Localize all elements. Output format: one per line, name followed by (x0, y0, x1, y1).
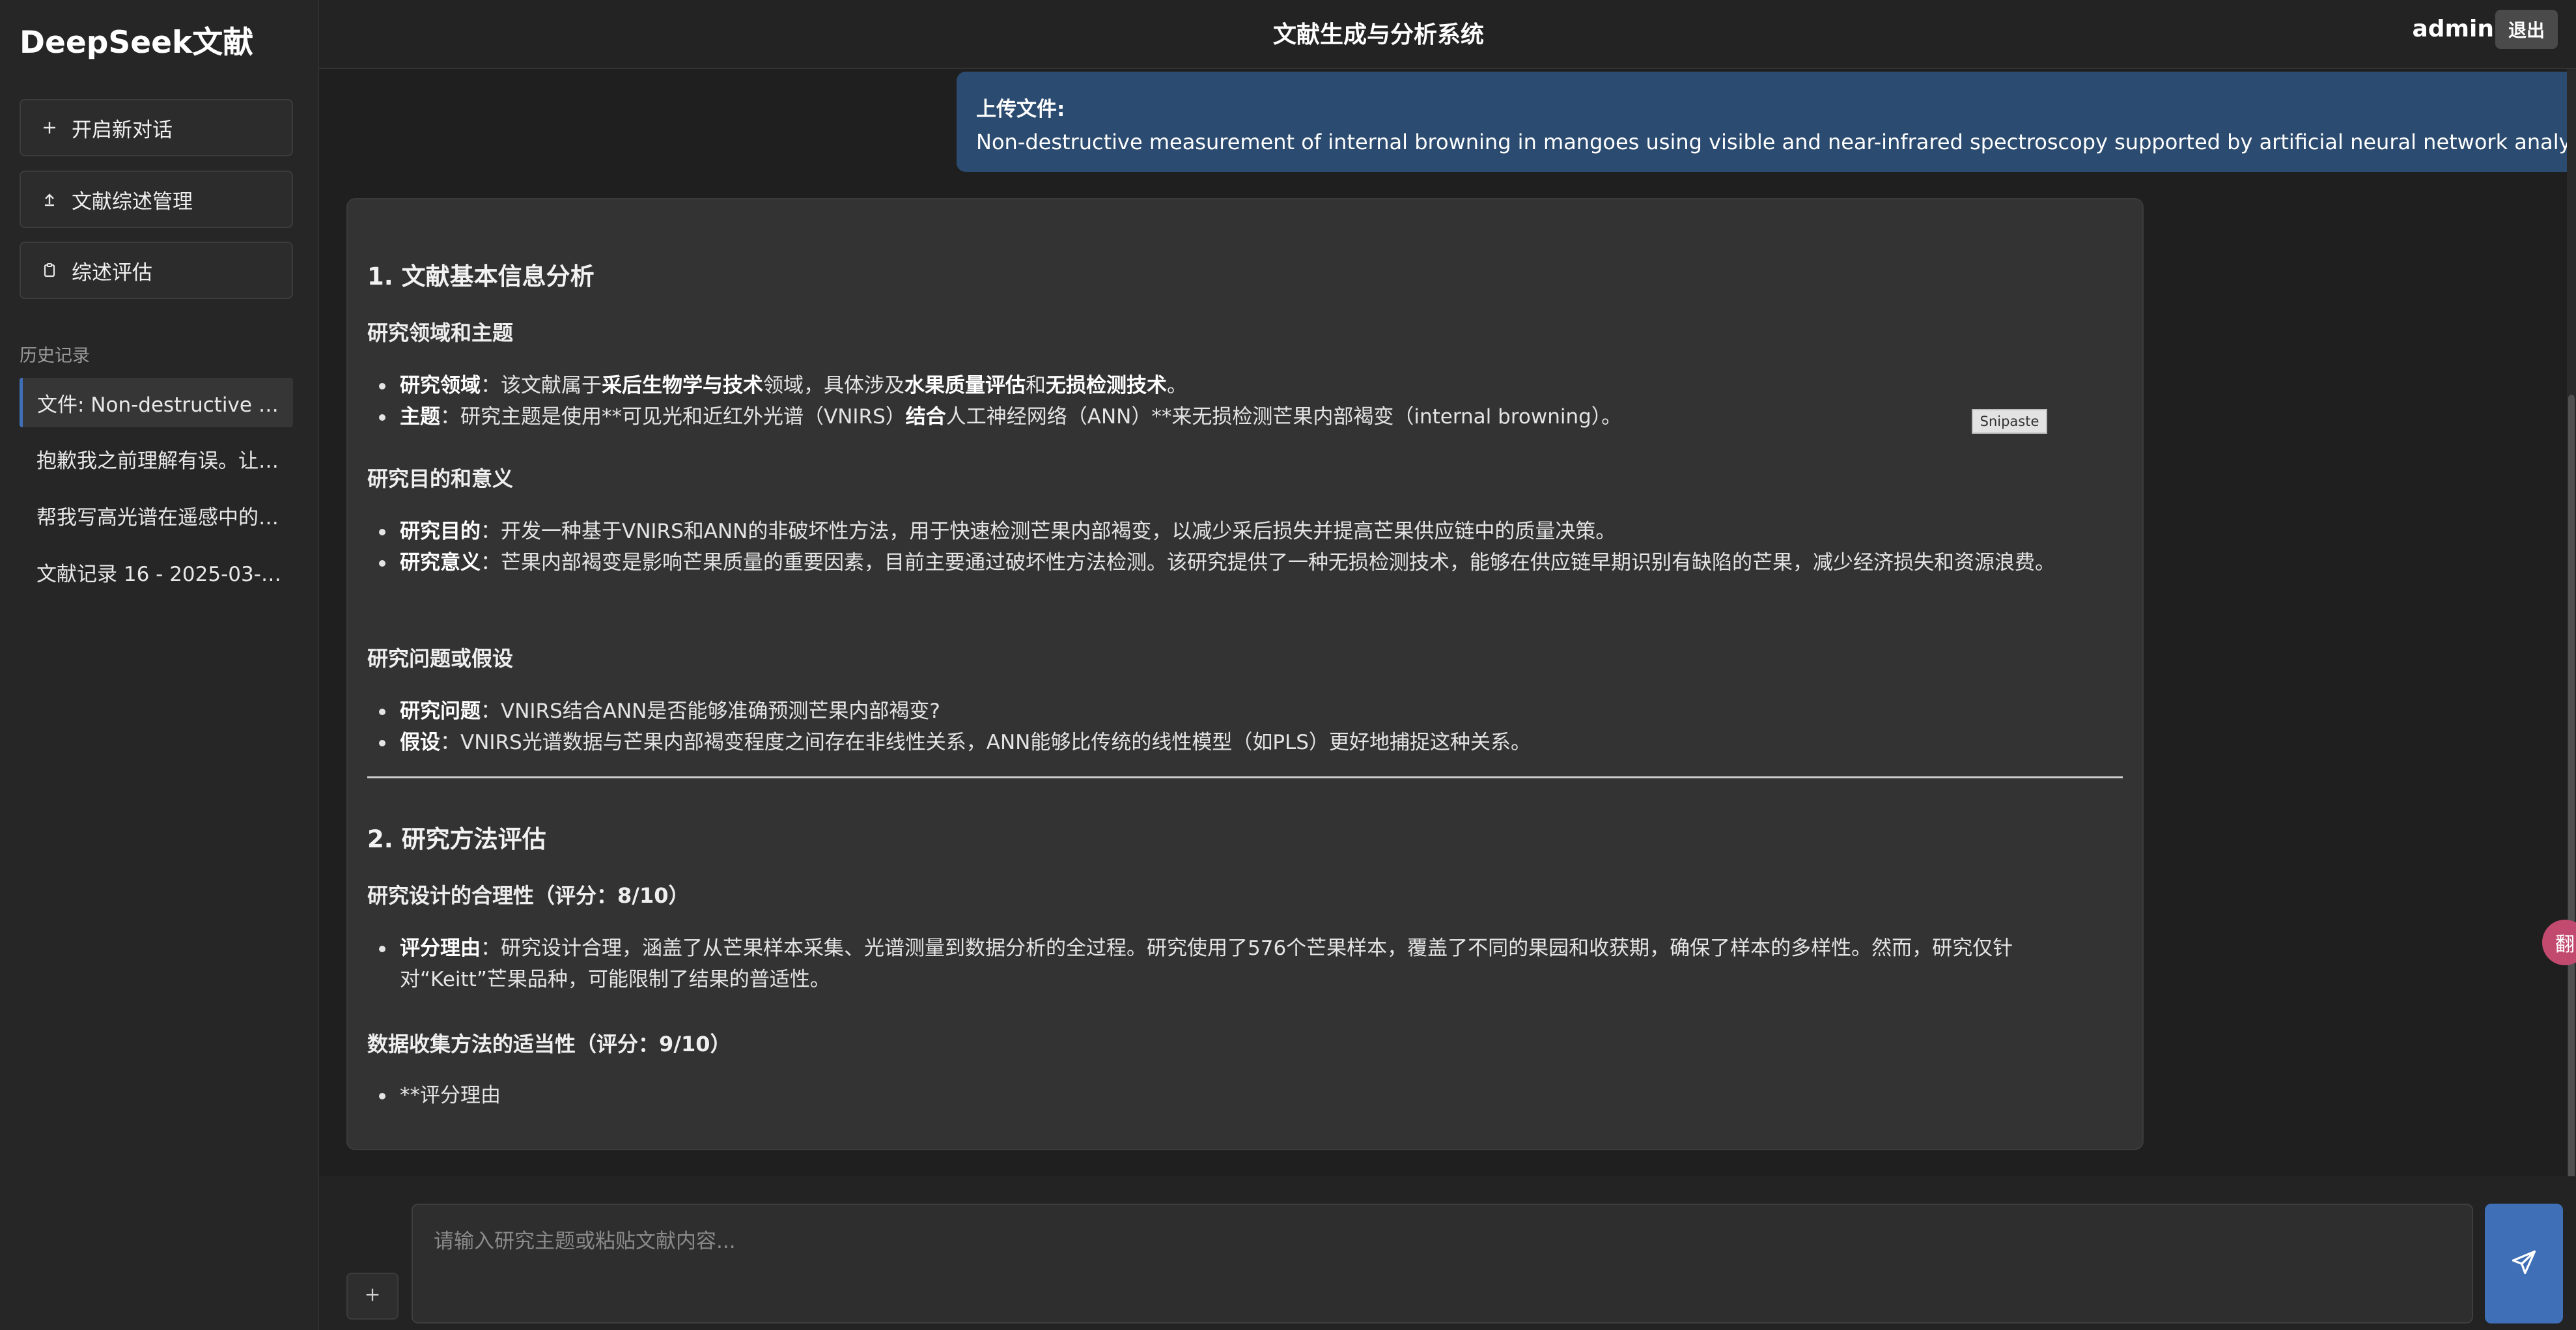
chat-scrollbar[interactable] (2567, 69, 2576, 1241)
plus-icon (42, 120, 57, 135)
list-item-key: 评分理由 (400, 937, 481, 960)
history-item-label: 帮我写高光谱在遥感中的应用综述 (36, 505, 284, 530)
list-item: 研究领域：该文献属于采后生物学与技术领域，具体涉及水果质量评估和无损检测技术。 (379, 370, 2106, 401)
app-window: DeepSeek文献 开启新对话 文献综述管理 综述评估 历史记录 文件: No… (0, 0, 2576, 1330)
list-item-key: 研究意义 (400, 551, 481, 574)
list-item: 假设：VNIRS光谱数据与芒果内部褐变程度之间存在非线性关系，ANN能够比传统的… (379, 727, 2106, 758)
review-evaluation-button[interactable]: 综述评估 (20, 242, 293, 299)
upload-icon (42, 191, 57, 207)
user-message: 上传文件: Non-destructive measurement of int… (957, 72, 2576, 172)
scrollbar-thumb[interactable] (2568, 395, 2575, 1241)
send-icon (2510, 1248, 2538, 1279)
history-item[interactable]: 帮我写高光谱在遥感中的应用综述 (20, 490, 293, 540)
list-item-key: 研究问题 (400, 700, 481, 723)
message-input[interactable] (412, 1204, 2473, 1323)
list-item-emphasis: 水果质量评估 (904, 374, 1026, 397)
assistant-reply: 1. 文献基本信息分析 研究领域和主题 研究领域：该文献属于采后生物学与技术领域… (346, 198, 2144, 1150)
chat-area[interactable]: 上传文件: Non-destructive measurement of int… (319, 69, 2576, 1176)
section-heading: 2. 研究方法评估 (367, 825, 546, 853)
send-button[interactable] (2485, 1204, 2563, 1323)
list-item-text: 人工神经网络（ANN）**来无损检测芒果内部褐变（internal browni… (945, 405, 1622, 429)
subsection-heading: 研究问题或假设 (367, 646, 514, 671)
literature-review-button[interactable]: 文献综述管理 (20, 171, 293, 228)
list-item-emphasis: 无损检测技术 (1046, 374, 1167, 397)
history-item[interactable]: 文件: Non-destructive measurement of inter… (20, 378, 293, 427)
list-item-key: 研究目的 (400, 520, 481, 543)
list-item: 研究问题：VNIRS结合ANN是否能够准确预测芒果内部褐变? (379, 696, 2106, 727)
list-item-text: **评分理由 (400, 1084, 501, 1107)
logout-button[interactable]: 退出 (2495, 10, 2558, 49)
subsection-heading: 研究目的和意义 (367, 466, 514, 491)
list-item: 评分理由：研究设计合理，涵盖了从芒果样本采集、光谱测量到数据分析的全过程。研究使… (379, 933, 2106, 995)
clipboard-icon (42, 262, 57, 278)
history-title: 历史记录 (20, 346, 90, 366)
snipaste-tooltip: Snipaste (1972, 409, 2047, 434)
section-heading: 1. 文献基本信息分析 (367, 262, 595, 290)
list-item-text: 。 (1167, 374, 1187, 397)
input-area (319, 1176, 2576, 1330)
list-item: **评分理由 (379, 1080, 2106, 1111)
list-item: 主题：研究主题是使用**可见光和近红外光谱（VNIRS）结合人工神经网络（ANN… (379, 401, 2106, 432)
subsection-heading: 研究设计的合理性（评分：8/10） (367, 883, 690, 908)
list-item-text: ：VNIRS结合ANN是否能够准确预测芒果内部褐变? (481, 700, 940, 723)
list-item-text: ：研究主题是使用**可见光和近红外光谱（VNIRS） (440, 405, 906, 429)
upload-label: 上传文件: (976, 98, 1065, 121)
user-name: admin (2412, 16, 2494, 42)
top-header: 文献生成与分析系统 admin 退出 (319, 0, 2576, 69)
review-evaluation-label: 综述评估 (72, 261, 152, 285)
history-item-label: 文件: Non-destructive measurement of inter… (37, 393, 285, 417)
history-item[interactable]: 抱歉我之前理解有误。让我重新回答 (20, 434, 293, 483)
list-item: 研究目的：开发一种基于VNIRS和ANN的非破坏性方法，用于快速检测芒果内部褐变… (379, 516, 2106, 547)
list-item-key: 主题 (400, 405, 440, 429)
list-item-text: 和 (1026, 374, 1046, 397)
literature-review-label: 文献综述管理 (72, 190, 193, 214)
history-item-label: 文献记录 16 - 2025-03-12 (36, 562, 284, 586)
list-item-emphasis: 结合 (905, 405, 946, 429)
history-item[interactable]: 文献记录 16 - 2025-03-12 (20, 547, 293, 597)
new-chat-label: 开启新对话 (72, 118, 173, 142)
new-chat-button[interactable]: 开启新对话 (20, 99, 293, 156)
brand-logo: DeepSeek文献 (20, 25, 254, 61)
plus-icon (363, 1286, 382, 1307)
list-item-text: ：芒果内部褐变是影响芒果质量的重要因素，目前主要通过破坏性方法检测。该研究提供了… (481, 551, 2055, 574)
section-divider (367, 776, 2123, 778)
list-item-text: ：研究设计合理，涵盖了从芒果样本采集、光谱测量到数据分析的全过程。研究使用了57… (400, 937, 2013, 991)
list-item: 研究意义：芒果内部褐变是影响芒果质量的重要因素，目前主要通过破坏性方法检测。该研… (379, 547, 2106, 578)
list-item-key: 研究领域 (400, 374, 481, 397)
list-item-text: ：该文献属于 (481, 374, 602, 397)
list-item-key: 假设 (400, 731, 440, 754)
attach-button[interactable] (346, 1273, 399, 1320)
list-item-emphasis: 采后生物学与技术 (602, 374, 763, 397)
sidebar: DeepSeek文献 开启新对话 文献综述管理 综述评估 历史记录 文件: No… (0, 0, 319, 1330)
subsection-heading: 研究领域和主题 (367, 320, 514, 345)
uploaded-file-name: Non-destructive measurement of internal … (976, 130, 2576, 154)
list-item-text: ：VNIRS光谱数据与芒果内部褐变程度之间存在非线性关系，ANN能够比传统的线性… (440, 731, 1531, 754)
subsection-heading: 数据收集方法的适当性（评分：9/10） (367, 1032, 731, 1056)
list-item-text: ：开发一种基于VNIRS和ANN的非破坏性方法，用于快速检测芒果内部褐变，以减少… (481, 520, 1616, 543)
page-title: 文献生成与分析系统 (1272, 21, 1484, 48)
history-item-label: 抱歉我之前理解有误。让我重新回答 (36, 449, 284, 473)
list-item-text: 领域，具体涉及 (763, 374, 904, 397)
